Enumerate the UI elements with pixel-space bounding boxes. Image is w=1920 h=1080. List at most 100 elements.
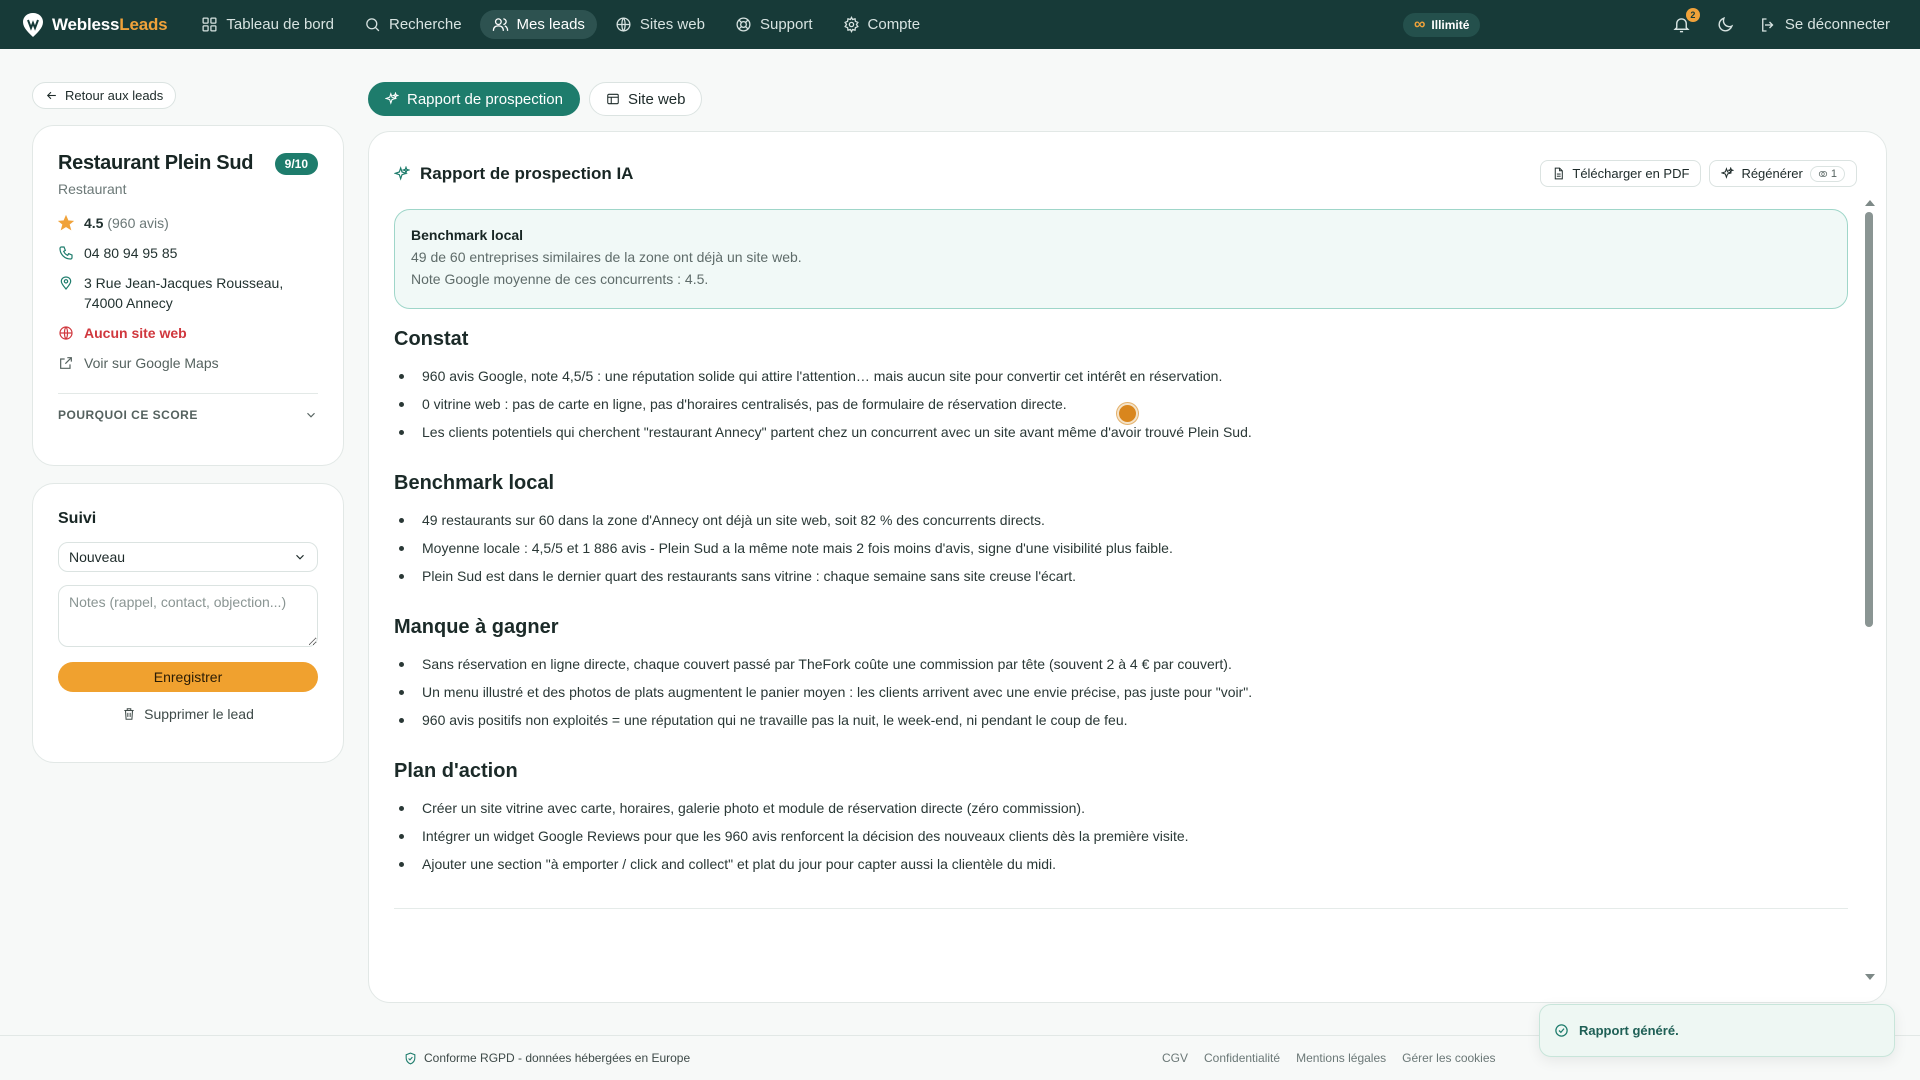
google-maps-link[interactable]: Voir sur Google Maps [58, 353, 318, 373]
report-section-constat: Constat 960 avis Google, note 4,5/5 : un… [394, 328, 1849, 441]
report-content[interactable]: Benchmark local 49 de 60 entreprises sim… [394, 209, 1849, 957]
list-item: Plein Sud est dans le dernier quart des … [394, 567, 1849, 585]
moon-icon [1718, 16, 1734, 32]
regenerate-label: Régénérer [1741, 166, 1803, 181]
why-score-toggle[interactable]: POURQUOI CE SCORE [58, 408, 318, 422]
scroll-down-arrow[interactable] [1865, 974, 1875, 980]
scrollbar-thumb[interactable] [1865, 212, 1873, 627]
lead-info-card: Restaurant Plein Sud 9/10 Restaurant 4.5… [32, 125, 344, 466]
gear-icon [843, 16, 859, 33]
lead-name: Restaurant Plein Sud [58, 152, 254, 174]
report-section-action-plan: Plan d'action Créer un site vitrine avec… [394, 760, 1849, 873]
list-item: Intégrer un widget Google Reviews pour q… [394, 827, 1849, 845]
maps-link-label: Voir sur Google Maps [84, 355, 219, 371]
logout-icon [1761, 17, 1774, 32]
tab-website[interactable]: Site web [588, 82, 703, 116]
nav-item-search[interactable]: Recherche [352, 10, 474, 39]
bullet-list: Créer un site vitrine avec carte, horair… [394, 799, 1849, 873]
download-label: Télécharger en PDF [1572, 166, 1690, 181]
section-heading: Manque à gagner [394, 616, 559, 638]
nav-item-websites[interactable]: Sites web [603, 10, 717, 39]
support-icon [736, 17, 751, 32]
footer-links: CGV Confidentialité Mentions légales Gér… [1162, 1051, 1496, 1065]
list-item: Moyenne locale : 4,5/5 et 1 886 avis - P… [394, 539, 1849, 557]
report-header: Rapport de prospection IA Télécharger en… [394, 160, 1861, 187]
success-toast[interactable]: Rapport généré. [1539, 1004, 1895, 1057]
scroll-up-arrow[interactable] [1865, 200, 1875, 206]
globe-icon [59, 326, 73, 340]
logout-button[interactable]: Se déconnecter [1759, 16, 1890, 34]
tab-prospection-report[interactable]: Rapport de prospection [368, 82, 580, 116]
top-navbar: WeblessLeads Tableau de bord Recherche M… [0, 0, 1920, 49]
notes-textarea[interactable] [58, 585, 318, 647]
report-actions: Télécharger en PDF Régénérer 1 [1540, 160, 1857, 187]
benchmark-line: 49 de 60 entreprises similaires de la zo… [411, 249, 802, 265]
status-select[interactable]: Nouveau [58, 542, 318, 572]
download-pdf-button[interactable]: Télécharger en PDF [1540, 160, 1702, 187]
delete-lead-button[interactable]: Supprimer le lead [58, 706, 318, 722]
nav-item-dashboard[interactable]: Tableau de bord [189, 10, 346, 39]
star-icon [58, 215, 74, 231]
regenerate-button[interactable]: Régénérer 1 [1709, 160, 1857, 187]
follow-up-title: Suivi [58, 510, 97, 527]
notification-count-badge: 2 [1685, 7, 1700, 22]
footer-link-cookies[interactable]: Gérer les cookies [1402, 1051, 1495, 1065]
save-button[interactable]: Enregistrer [58, 662, 318, 692]
list-item: Sans réservation en ligne directe, chaqu… [394, 655, 1849, 673]
footer-link-cgv[interactable]: CGV [1162, 1051, 1188, 1065]
delete-lead-label: Supprimer le lead [144, 706, 254, 722]
brand-logo[interactable]: WeblessLeads [22, 12, 168, 38]
nav-label: Tableau de bord [226, 16, 334, 33]
list-item: 49 restaurants sur 60 dans la zone d'Ann… [394, 511, 1849, 529]
benchmark-box-title: Benchmark local [411, 227, 524, 243]
report-title: Rapport de prospection IA [394, 164, 633, 184]
footer-link-privacy[interactable]: Confidentialité [1204, 1051, 1280, 1065]
follow-up-card: Suivi Nouveau Enregistrer Supprimer le l… [32, 483, 344, 763]
report-title-text: Rapport de prospection IA [420, 163, 634, 183]
bullet-list: Sans réservation en ligne directe, chaqu… [394, 655, 1849, 729]
nav-item-my-leads[interactable]: Mes leads [479, 10, 597, 39]
nav-label: Mes leads [516, 16, 585, 33]
file-icon [1555, 167, 1564, 180]
nav-label: Compte [867, 16, 921, 33]
search-icon [366, 18, 380, 32]
trash-icon [124, 708, 134, 720]
benchmark-summary-box: Benchmark local 49 de 60 entreprises sim… [394, 209, 1848, 309]
address-line-1: 3 Rue Jean-Jacques Rousseau, [84, 275, 284, 291]
lead-rating: 4.5 (960 avis) [58, 213, 318, 233]
nav-item-support[interactable]: Support [723, 10, 825, 39]
plan-badge: ∞ Illimité [1403, 13, 1481, 37]
website-status: Aucun site web [58, 323, 318, 343]
arrow-left-icon [46, 91, 56, 100]
lead-address: 3 Rue Jean-Jacques Rousseau, 74000 Annecy [58, 273, 318, 313]
list-item: Ajouter une section "à emporter / click … [394, 855, 1849, 873]
phone-icon [59, 246, 73, 260]
chevron-down-icon [307, 412, 315, 418]
check-circle-icon [1555, 1024, 1568, 1037]
footer-link-legal[interactable]: Mentions légales [1296, 1051, 1386, 1065]
notifications-button[interactable]: 2 [1671, 7, 1700, 36]
brand-name: WeblessLeads [52, 14, 168, 34]
report-scrollbar[interactable] [1864, 200, 1875, 980]
divider [58, 393, 318, 394]
nav-label: Recherche [389, 16, 462, 33]
cursor-indicator [1117, 403, 1138, 424]
plan-label: Illimité [1431, 18, 1470, 32]
lead-phone[interactable]: 04 80 94 95 85 [58, 243, 318, 263]
list-item: Créer un site vitrine avec carte, horair… [394, 799, 1849, 817]
nav-label: Sites web [639, 16, 705, 33]
main-nav: Tableau de bord Recherche Mes leads Site… [189, 10, 932, 39]
logout-label: Se déconnecter [1784, 16, 1890, 33]
section-heading: Constat [394, 328, 469, 350]
back-label: Retour aux leads [65, 88, 164, 103]
globe-icon [616, 17, 631, 32]
rating-value: 4.5 [84, 215, 104, 231]
section-heading: Benchmark local [394, 472, 555, 494]
credit-pill: 1 [1809, 165, 1845, 182]
logo-icon [23, 12, 43, 37]
back-to-leads-button[interactable]: Retour aux leads [32, 82, 177, 109]
nav-item-account[interactable]: Compte [831, 10, 933, 39]
list-item: 960 avis positifs non exploités = une ré… [394, 711, 1849, 729]
rgpd-notice: Conforme RGPD - données hébergées en Eur… [404, 1051, 690, 1065]
dark-mode-toggle[interactable] [1715, 14, 1737, 36]
